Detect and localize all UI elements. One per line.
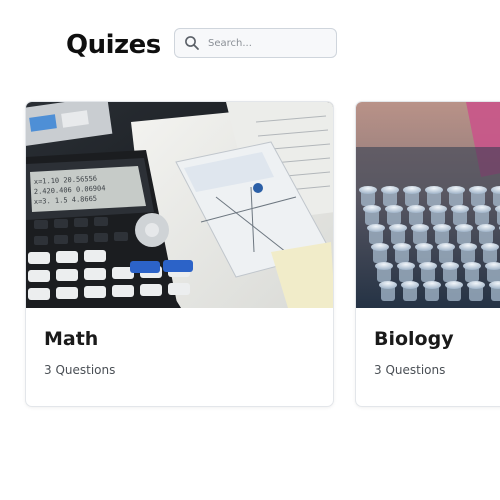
search-input[interactable] — [208, 37, 328, 49]
biology-card-image — [356, 102, 500, 308]
quiz-card-math[interactable]: x=1.10 20.56556 2.420.406 0.06904 x=3. 1… — [25, 101, 334, 407]
page-title: Quizes — [66, 30, 161, 60]
quiz-title: Math — [44, 328, 99, 350]
quiz-title: Biology — [374, 328, 454, 350]
quizzes-page: Quizes Search... x=1.10 20.56556 2.420.4… — [0, 0, 500, 500]
search-box[interactable] — [174, 28, 337, 58]
search-icon — [184, 35, 200, 51]
math-card-image: x=1.10 20.56556 2.420.406 0.06904 x=3. 1… — [26, 102, 333, 308]
quiz-question-count: 3 Questions — [44, 363, 116, 377]
quiz-question-count: 3 Questions — [374, 363, 446, 377]
quiz-card-biology[interactable]: Biology 3 Questions — [355, 101, 500, 407]
page-header: Quizes — [66, 28, 337, 62]
